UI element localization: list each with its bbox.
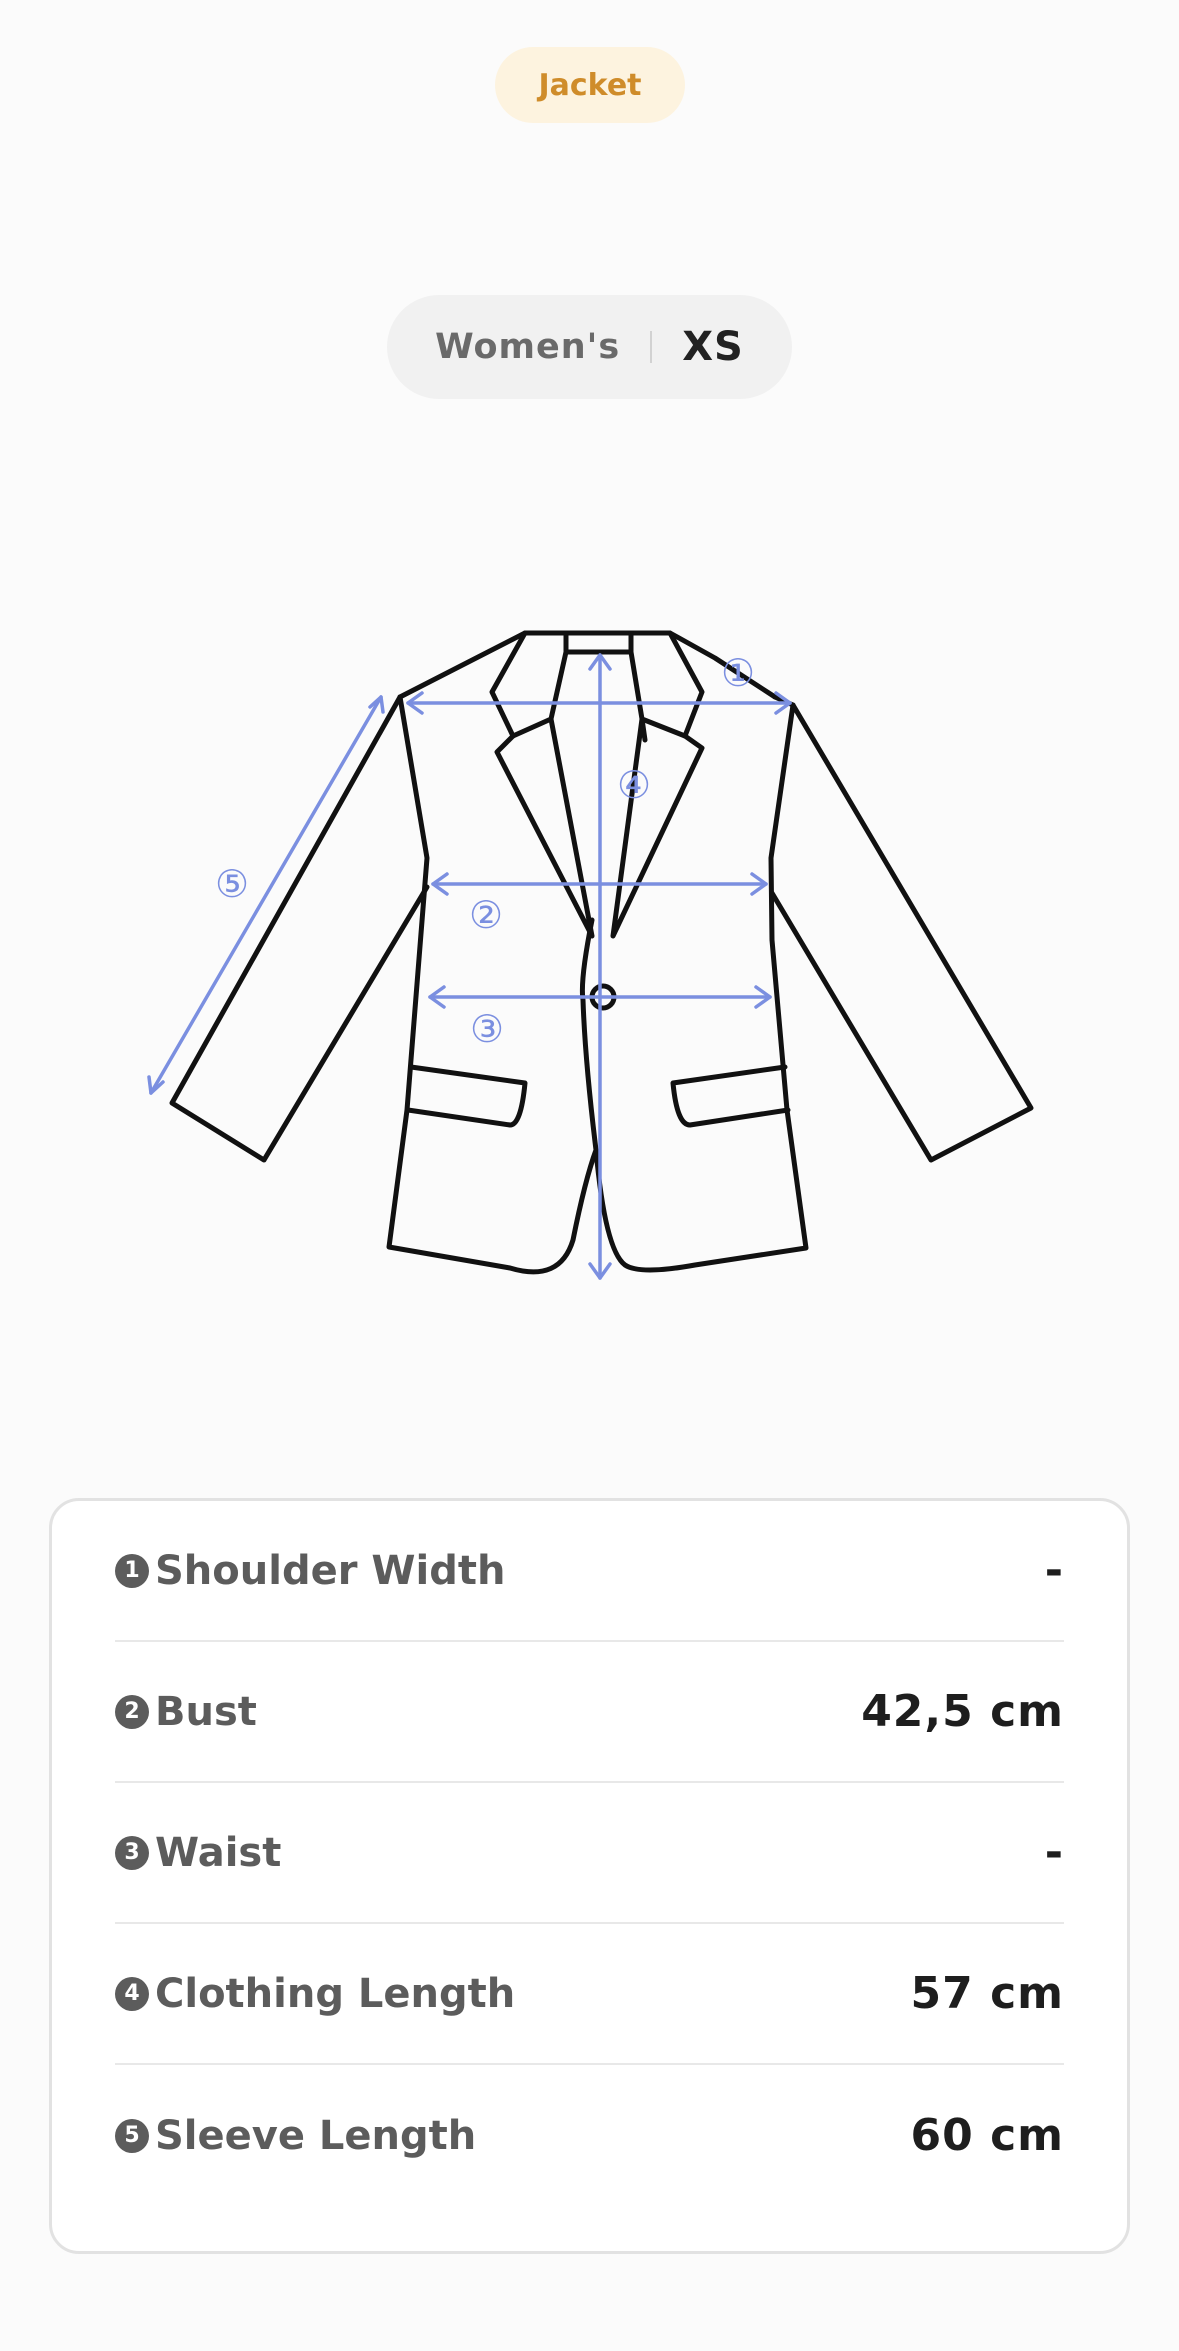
measurement-label: 5 Sleeve Length xyxy=(115,2113,476,2159)
measurement-value: - xyxy=(1044,1827,1064,1878)
number-badge: 1 xyxy=(115,1553,149,1588)
number-badge: 4 xyxy=(115,1976,149,2011)
measurement-name: Waist xyxy=(155,1829,282,1876)
measurement-value: 60 cm xyxy=(910,2110,1064,2161)
marker-5: ⑤ xyxy=(215,862,249,906)
measurement-arrows xyxy=(147,653,792,1280)
size-value: XS xyxy=(682,324,744,370)
measurement-markers: ① ② ③ ④ ⑤ xyxy=(215,651,755,1051)
measurement-value: - xyxy=(1044,1545,1064,1596)
measurement-row-sleeve-length: 5 Sleeve Length 60 cm xyxy=(115,2065,1064,2206)
measurement-row-bust: 2 Bust 42,5 cm xyxy=(115,1642,1064,1783)
measurement-name: Bust xyxy=(155,1688,257,1735)
measurements-card: 1 Shoulder Width - 2 Bust 42,5 cm 3 Wais… xyxy=(49,1498,1130,2254)
marker-2: ② xyxy=(469,893,503,937)
measurement-name: Sleeve Length xyxy=(155,2112,477,2159)
size-gender-label: Women's xyxy=(435,327,621,367)
divider xyxy=(650,331,653,363)
measurement-value: 57 cm xyxy=(910,1968,1064,2019)
measurement-label: 2 Bust xyxy=(115,1689,257,1735)
measurement-label: 1 Shoulder Width xyxy=(115,1548,505,1594)
marker-1: ① xyxy=(721,651,755,695)
measurement-row-clothing-length: 4 Clothing Length 57 cm xyxy=(115,1924,1064,2065)
category-badge: Jacket xyxy=(495,47,685,123)
number-badge: 3 xyxy=(115,1835,149,1870)
measurement-row-shoulder-width: 1 Shoulder Width - xyxy=(115,1501,1064,1642)
measurement-label: 3 Waist xyxy=(115,1830,281,1876)
jacket-diagram: ① ② ③ ④ ⑤ xyxy=(147,630,1034,1280)
measurement-name: Clothing Length xyxy=(155,1970,516,2017)
marker-4: ④ xyxy=(617,763,651,807)
marker-3: ③ xyxy=(470,1007,504,1051)
measurement-name: Shoulder Width xyxy=(155,1547,506,1594)
measurement-label: 4 Clothing Length xyxy=(115,1971,515,2017)
size-selector[interactable]: Women's XS xyxy=(387,295,792,399)
measurement-row-waist: 3 Waist - xyxy=(115,1783,1064,1924)
number-badge: 2 xyxy=(115,1694,149,1729)
measurement-value: 42,5 cm xyxy=(861,1686,1064,1737)
number-badge: 5 xyxy=(115,2118,149,2153)
